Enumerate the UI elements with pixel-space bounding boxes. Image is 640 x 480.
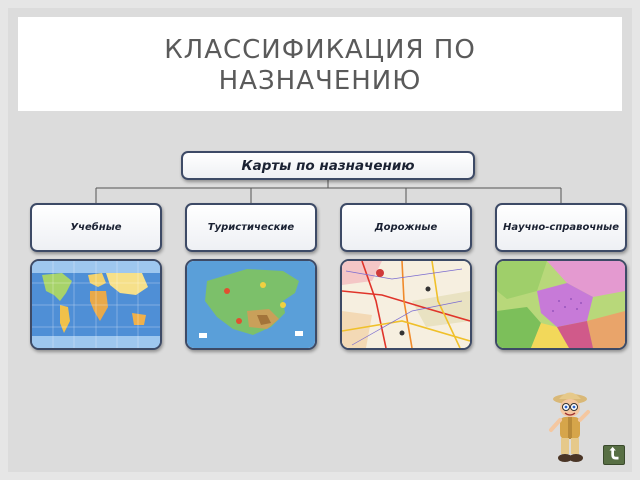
crimea-tourist-map-image <box>185 259 317 350</box>
category-node-tourist: Туристические <box>185 203 317 252</box>
slide: КЛАССИФИКАЦИЯ ПО НАЗНАЧЕНИЮ Карты по наз… <box>0 0 640 480</box>
category-label: Дорожные <box>374 222 438 233</box>
category-label: Научно-справочные <box>503 222 619 233</box>
explorer-character <box>549 392 590 462</box>
category-label: Туристические <box>207 222 295 233</box>
back-button[interactable] <box>603 445 625 465</box>
title-band: КЛАССИФИКАЦИЯ ПО НАЗНАЧЕНИЮ <box>18 17 622 111</box>
category-label: Учебные <box>70 222 122 233</box>
world-map-image <box>30 259 162 350</box>
category-node-scientific: Научно-справочные <box>495 203 627 252</box>
slide-title: КЛАССИФИКАЦИЯ ПО НАЗНАЧЕНИЮ <box>164 35 476 96</box>
root-node-label: Карты по назначению <box>241 157 415 174</box>
geological-map-image <box>495 259 627 350</box>
category-node-road: Дорожные <box>340 203 472 252</box>
back-arrow-icon <box>609 446 619 460</box>
road-map-image <box>340 259 472 350</box>
root-node: Карты по назначению <box>181 151 475 180</box>
category-node-educational: Учебные <box>30 203 162 252</box>
